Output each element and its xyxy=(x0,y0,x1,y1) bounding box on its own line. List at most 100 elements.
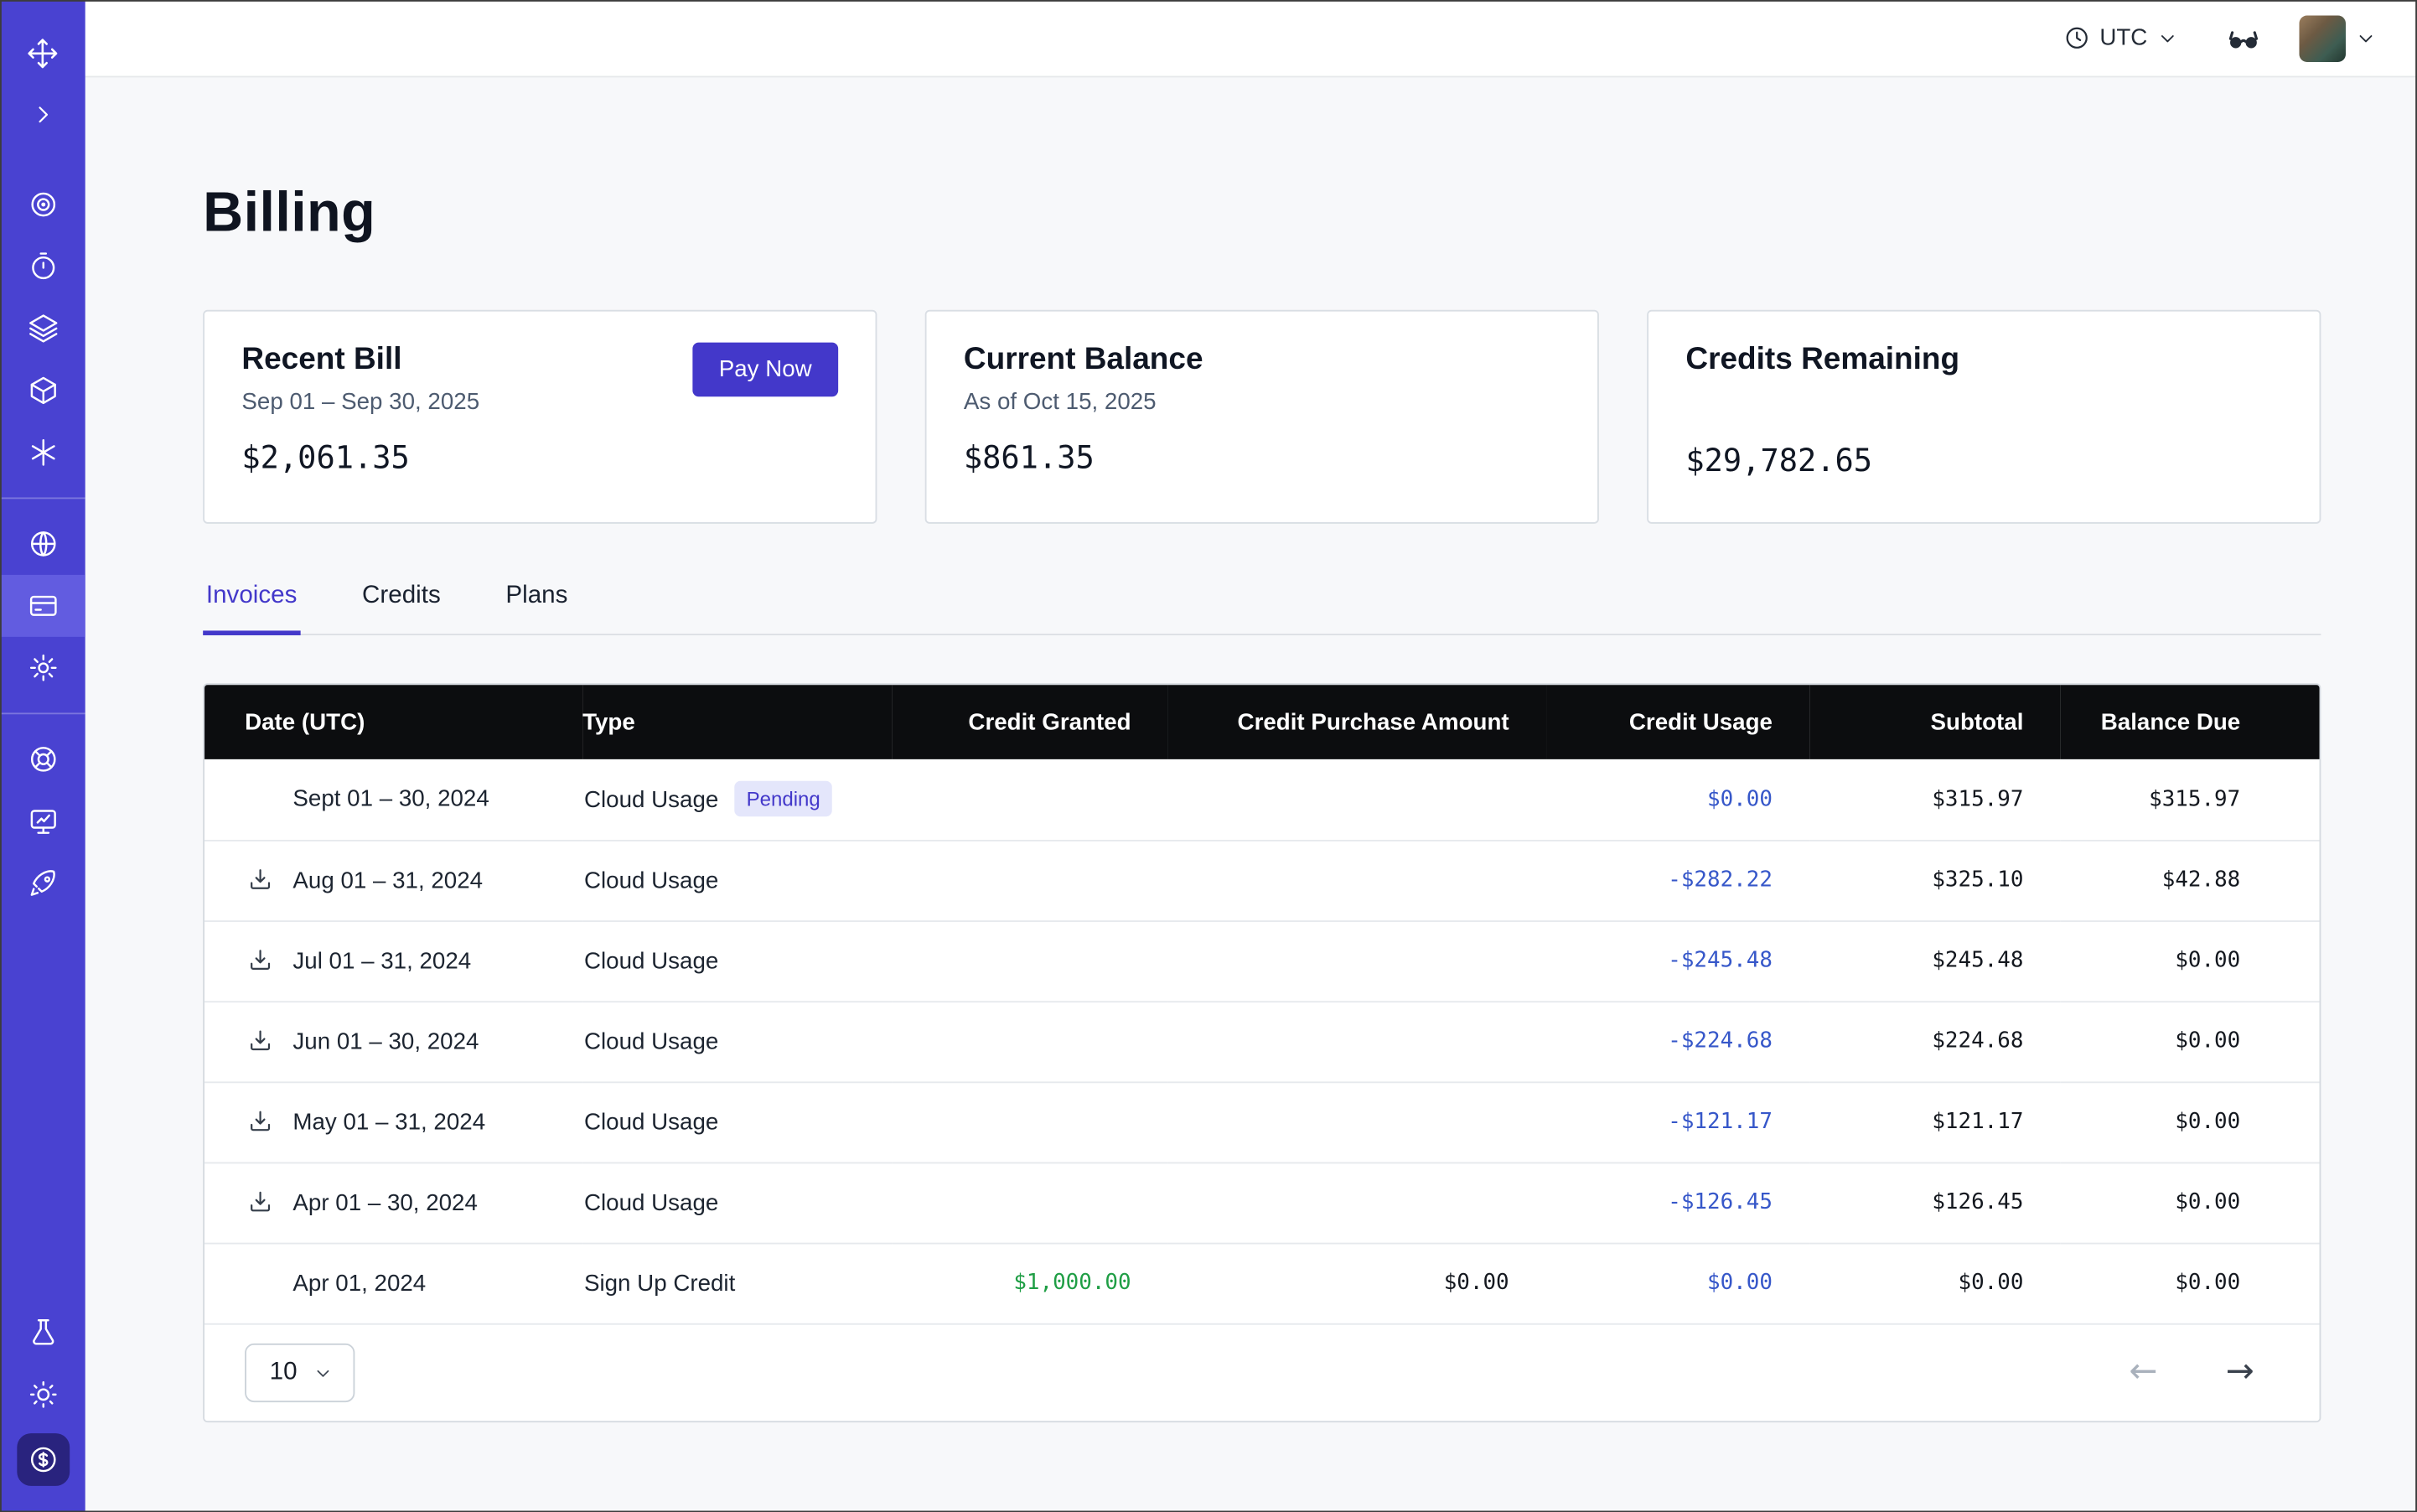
credit-purchase-value xyxy=(1168,920,1546,1001)
invoice-type: Cloud Usage xyxy=(584,1028,718,1054)
subtotal-value: $126.45 xyxy=(1809,1162,2060,1243)
download-icon xyxy=(246,1028,273,1055)
download-invoice-button[interactable] xyxy=(245,1107,274,1137)
col-type: Type xyxy=(582,685,893,759)
balance-due-value: $315.97 xyxy=(2061,759,2321,840)
sidebar-item-billing[interactable] xyxy=(0,575,85,637)
credit-card-icon xyxy=(27,590,58,621)
account-menu[interactable] xyxy=(2287,5,2389,70)
download-invoice-button[interactable] xyxy=(245,866,274,895)
chevron-down-icon xyxy=(2156,27,2178,49)
download-invoice-button[interactable] xyxy=(245,1188,274,1217)
main-content: Billing Recent Bill Sep 01 – Sep 30, 202… xyxy=(85,77,2417,1512)
monitor-icon[interactable] xyxy=(0,790,85,852)
download-icon xyxy=(246,866,273,893)
download-icon xyxy=(246,1188,273,1216)
rocket-icon[interactable] xyxy=(0,852,85,914)
balance-due-value: $0.00 xyxy=(2061,1243,2321,1323)
recent-bill-amount: $2,061.35 xyxy=(241,438,838,475)
layers-icon[interactable] xyxy=(0,298,85,360)
credit-purchase-value xyxy=(1168,1001,1546,1081)
invoice-row: Jul 01 – 31, 2024 Cloud Usage -$245.48 $… xyxy=(204,920,2321,1001)
credits-remaining-amount: $29,782.65 xyxy=(1685,442,2282,479)
sidebar xyxy=(0,0,85,1512)
invoice-type: Cloud Usage xyxy=(584,788,718,814)
invoice-type: Cloud Usage xyxy=(584,947,718,973)
invoice-table-body: Sept 01 – 30, 2024 Cloud Usage Pending $0… xyxy=(204,759,2321,1323)
credit-granted-value xyxy=(893,1162,1168,1243)
chevron-down-icon xyxy=(2355,27,2377,49)
credit-granted-value xyxy=(893,1001,1168,1081)
tab-invoices[interactable]: Invoices xyxy=(203,567,300,635)
avatar xyxy=(2300,15,2346,61)
card-title: Current Balance xyxy=(964,343,1560,379)
invoice-date: Sept 01 – 30, 2024 xyxy=(292,786,489,812)
invoice-row: Sept 01 – 30, 2024 Cloud UsagePending $0… xyxy=(204,759,2321,840)
balance-due-value: $0.00 xyxy=(2061,920,2321,1001)
tab-credits[interactable]: Credits xyxy=(359,567,443,635)
balance-as-of: As of Oct 15, 2025 xyxy=(964,389,1560,415)
page-title: Billing xyxy=(203,179,2321,245)
page-size-select[interactable]: 10 xyxy=(245,1344,355,1402)
glasses-icon[interactable] xyxy=(2213,10,2275,66)
subtotal-value: $224.68 xyxy=(1809,1001,2060,1081)
invoice-date: May 01 – 31, 2024 xyxy=(292,1109,485,1135)
status-badge: Pending xyxy=(734,781,833,817)
subtotal-value: $121.17 xyxy=(1809,1081,2060,1162)
col-credit-usage: Credit Usage xyxy=(1546,685,1809,759)
lifebuoy-icon[interactable] xyxy=(0,728,85,790)
credit-granted-value xyxy=(893,759,1168,840)
col-credit-granted: Credit Granted xyxy=(893,685,1168,759)
invoice-row: Apr 01, 2024 Sign Up Credit $1,000.00 $0… xyxy=(204,1243,2321,1323)
download-invoice-button[interactable] xyxy=(245,1027,274,1056)
clock-icon xyxy=(2064,25,2090,51)
balance-due-value: $42.88 xyxy=(2061,840,2321,920)
collapse-sidebar-chevron-icon[interactable] xyxy=(0,84,85,146)
invoice-type: Cloud Usage xyxy=(584,1189,718,1215)
target-icon[interactable] xyxy=(0,173,85,236)
dollar-circle-icon xyxy=(16,1433,69,1486)
sun-icon[interactable] xyxy=(0,1364,85,1426)
table-header: Date (UTC) Type Credit Granted Credit Pu… xyxy=(204,685,2321,759)
invoice-type: Cloud Usage xyxy=(584,1109,718,1135)
globe-icon[interactable] xyxy=(0,513,85,575)
settings-gear-icon[interactable] xyxy=(0,637,85,699)
topbar: UTC xyxy=(85,0,2417,77)
billing-page: UTC Billing Recent Bill Sep 01 – Sep 30,… xyxy=(0,0,2417,1512)
invoice-date: Jun 01 – 30, 2024 xyxy=(292,1028,479,1054)
invoice-type: Sign Up Credit xyxy=(584,1270,735,1296)
recent-bill-card: Recent Bill Sep 01 – Sep 30, 2025 $2,061… xyxy=(203,310,877,524)
credit-purchase-value: $0.00 xyxy=(1168,1243,1546,1323)
previous-page-button[interactable]: ← xyxy=(2126,1353,2161,1393)
subtotal-value: $325.10 xyxy=(1809,840,2060,920)
cube-icon[interactable] xyxy=(0,360,85,422)
invoice-row: Apr 01 – 30, 2024 Cloud Usage -$126.45 $… xyxy=(204,1162,2321,1243)
credit-granted-value xyxy=(893,1081,1168,1162)
credits-remaining-card: Credits Remaining $29,782.65 xyxy=(1647,310,2321,524)
card-title: Credits Remaining xyxy=(1685,343,2282,379)
flask-icon[interactable] xyxy=(0,1302,85,1364)
next-page-button[interactable]: → xyxy=(2223,1353,2257,1393)
pay-now-button[interactable]: Pay Now xyxy=(692,343,838,397)
download-invoice-button[interactable] xyxy=(245,946,274,976)
table-footer: 10 ← → xyxy=(204,1323,2320,1421)
sidebar-divider xyxy=(0,497,85,499)
credit-purchase-value xyxy=(1168,759,1546,840)
subtotal-value: $245.48 xyxy=(1809,920,2060,1001)
subtotal-value: $0.00 xyxy=(1809,1243,2060,1323)
asterisk-icon[interactable] xyxy=(0,422,85,484)
tab-plans[interactable]: Plans xyxy=(503,567,571,635)
invoice-type: Cloud Usage xyxy=(584,867,718,893)
timer-icon[interactable] xyxy=(0,236,85,298)
credit-usage-value: $0.00 xyxy=(1546,1243,1809,1323)
logo-icon[interactable] xyxy=(0,22,85,84)
balance-due-value: $0.00 xyxy=(2061,1081,2321,1162)
credit-usage-value: -$224.68 xyxy=(1546,1001,1809,1081)
balance-due-value: $0.00 xyxy=(2061,1001,2321,1081)
billing-usage-button[interactable] xyxy=(0,1426,85,1494)
billing-tabs: Invoices Credits Plans xyxy=(203,567,2321,635)
timezone-selector[interactable]: UTC xyxy=(2052,15,2191,60)
credit-usage-value: -$282.22 xyxy=(1546,840,1809,920)
credit-purchase-value xyxy=(1168,840,1546,920)
credit-purchase-value xyxy=(1168,1081,1546,1162)
